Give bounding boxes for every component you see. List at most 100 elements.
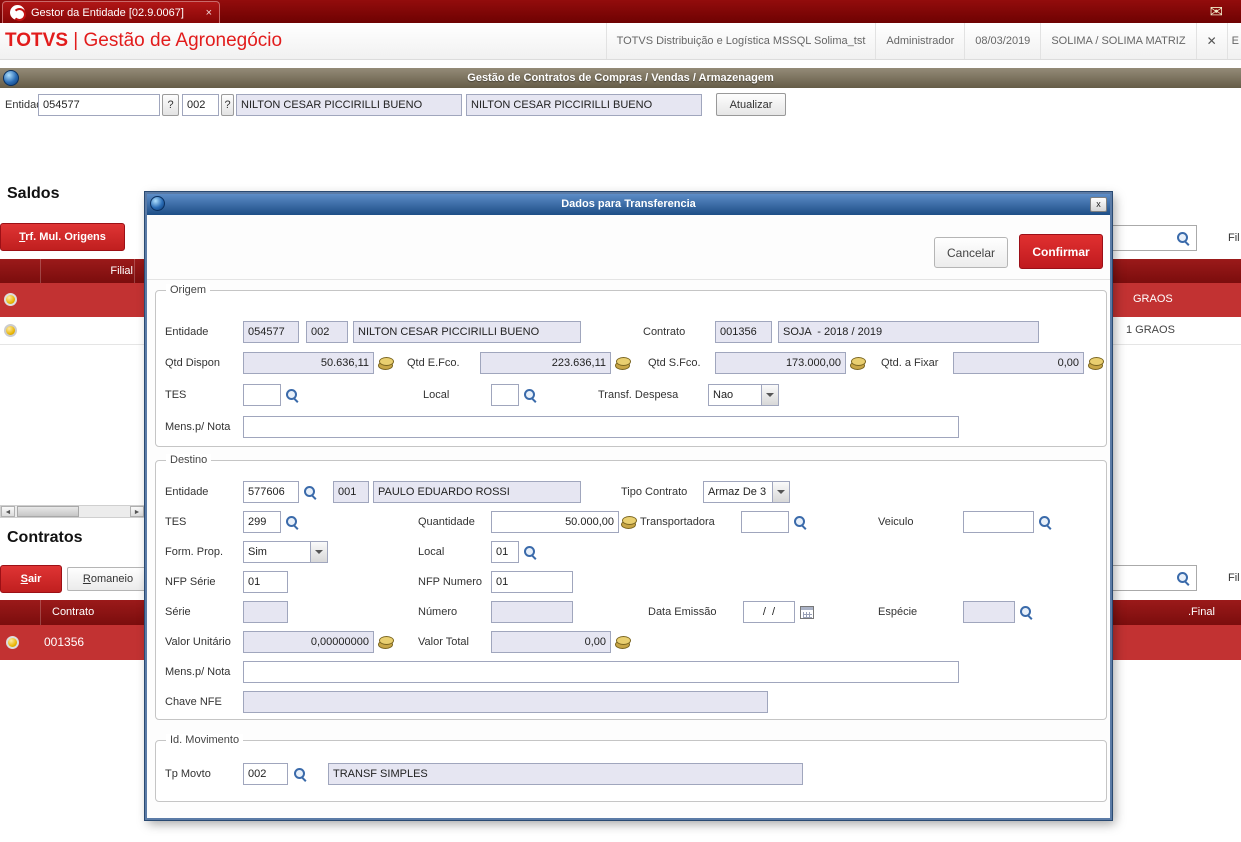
veiculo-input[interactable]	[963, 511, 1034, 533]
mail-icon[interactable]: ✉	[1210, 2, 1223, 22]
qtd-fixar-input[interactable]	[953, 352, 1084, 374]
saldos-filter-hint: Fil	[1228, 232, 1240, 244]
search-icon[interactable]	[1176, 231, 1190, 245]
destino-entidade-code-input[interactable]	[243, 481, 299, 503]
entidade-lookup-icon[interactable]	[303, 485, 317, 499]
valor-unitario-input[interactable]	[243, 631, 374, 653]
chevron-down-icon[interactable]	[762, 384, 779, 406]
entity-bar: Entidade ? ? Atualizar	[0, 90, 1241, 122]
transportadora-input[interactable]	[741, 511, 789, 533]
date-info: 08/03/2019	[964, 23, 1040, 59]
tp-movto-label: Tp Movto	[165, 768, 211, 780]
tab-close-icon[interactable]: ×	[206, 7, 212, 19]
origem-entidade-name-field	[353, 321, 581, 343]
col-filial[interactable]: Filial	[85, 265, 133, 277]
header-info-items: TOTVS Distribuição e Logística MSSQL Sol…	[605, 23, 1241, 59]
qtd-efco-input[interactable]	[480, 352, 611, 374]
entity-lookup-button[interactable]: ?	[162, 94, 179, 116]
form-prop-label: Form. Prop.	[165, 546, 224, 558]
data-emissao-input[interactable]	[743, 601, 795, 623]
col-final[interactable]: .Final	[1188, 606, 1215, 618]
destino-mens-input[interactable]	[243, 661, 959, 683]
trf-rest: rf. Mul. Origens	[25, 231, 106, 243]
transf-despesa-value: Nao	[708, 384, 762, 406]
money-icon[interactable]	[1088, 355, 1104, 371]
local-lookup-icon[interactable]	[523, 388, 537, 402]
status-dot-icon	[4, 293, 17, 306]
especie-input[interactable]	[963, 601, 1015, 623]
origem-mens-input[interactable]	[243, 416, 959, 438]
form-prop-select[interactable]: Sim	[243, 541, 328, 563]
cancel-button[interactable]: Cancelar	[934, 237, 1008, 268]
entity-name-field	[236, 94, 462, 116]
scroll-thumb[interactable]	[17, 506, 79, 517]
qtd-sfco-label: Qtd S.Fco.	[648, 357, 701, 369]
brand-name: TOTVS	[5, 30, 68, 51]
money-icon[interactable]	[615, 634, 631, 650]
numero-input	[491, 601, 573, 623]
nfp-numero-input[interactable]	[491, 571, 573, 593]
chevron-down-icon[interactable]	[773, 481, 790, 503]
local-lookup-icon[interactable]	[523, 545, 537, 559]
transportadora-lookup-icon[interactable]	[793, 515, 807, 529]
entity-code-input[interactable]	[38, 94, 160, 116]
origem-tes-label: TES	[165, 389, 187, 401]
nfp-numero-label: NFP Numero	[418, 576, 482, 588]
calendar-icon[interactable]	[800, 606, 814, 619]
destino-entidade-store-input[interactable]	[333, 481, 369, 503]
movimento-groupbox: Id. Movimento Tp Movto	[155, 734, 1107, 802]
quantidade-input[interactable]	[491, 511, 619, 533]
window-title-bar: Gestão de Contratos de Compras / Vendas …	[0, 68, 1241, 88]
money-icon[interactable]	[378, 634, 394, 650]
dialog-title-bar[interactable]: Dados para Transferencia x	[147, 194, 1110, 215]
destino-local-input[interactable]	[491, 541, 519, 563]
money-icon[interactable]	[850, 355, 866, 371]
column-separator	[40, 600, 41, 625]
scroll-right-icon[interactable]: ►	[130, 506, 144, 517]
especie-lookup-icon[interactable]	[1019, 605, 1033, 619]
col-contrato[interactable]: Contrato	[52, 606, 94, 618]
origem-contrato-code-input[interactable]	[715, 321, 772, 343]
app-tab[interactable]: Gestor da Entidade [02.9.0067] ×	[2, 1, 220, 23]
store-code-input[interactable]	[182, 94, 219, 116]
romaneio-button[interactable]: Romaneio	[67, 567, 149, 591]
search-icon[interactable]	[1176, 571, 1190, 585]
origem-legend: Origem	[166, 284, 211, 296]
money-icon[interactable]	[621, 514, 637, 530]
destino-tes-input[interactable]	[243, 511, 281, 533]
scroll-left-icon[interactable]: ◄	[1, 506, 15, 517]
origem-local-input[interactable]	[491, 384, 519, 406]
qtd-sfco-input[interactable]	[715, 352, 846, 374]
contratos-heading: Contratos	[7, 529, 83, 546]
saldos-horizontal-scrollbar[interactable]: ◄ ►	[0, 505, 145, 518]
trf-mul-origens-button[interactable]: Trf. Mul. Origens	[0, 223, 125, 251]
valor-total-input[interactable]	[491, 631, 611, 653]
store-lookup-button[interactable]: ?	[221, 94, 234, 116]
numero-label: Número	[418, 606, 458, 618]
sair-button[interactable]: Sair	[0, 565, 62, 593]
tes-lookup-icon[interactable]	[285, 388, 299, 402]
money-icon[interactable]	[615, 355, 631, 371]
transf-despesa-select[interactable]: Nao	[708, 384, 779, 406]
qtd-dispon-input[interactable]	[243, 352, 374, 374]
sair-rest: air	[27, 573, 42, 585]
origem-entidade-store-input[interactable]	[306, 321, 348, 343]
dialog-close-button[interactable]: x	[1090, 197, 1107, 212]
tp-movto-input[interactable]	[243, 763, 288, 785]
destino-local-label: Local	[418, 546, 445, 558]
header-close-icon[interactable]: ✕	[1195, 23, 1227, 59]
chevron-down-icon[interactable]	[311, 541, 328, 563]
tp-movto-lookup-icon[interactable]	[293, 767, 307, 781]
dialog-title: Dados para Transferencia	[561, 198, 696, 210]
origem-entidade-code-input[interactable]	[243, 321, 299, 343]
veiculo-lookup-icon[interactable]	[1038, 515, 1052, 529]
confirm-button[interactable]: Confirmar	[1019, 234, 1103, 269]
tipo-contrato-select[interactable]: Armaz De 3	[703, 481, 790, 503]
nfp-serie-input[interactable]	[243, 571, 288, 593]
origem-tes-input[interactable]	[243, 384, 281, 406]
status-dot-icon	[4, 324, 17, 337]
destino-mens-label: Mens.p/ Nota	[165, 666, 231, 678]
money-icon[interactable]	[378, 355, 394, 371]
refresh-button[interactable]: Atualizar	[716, 93, 786, 116]
tes-lookup-icon[interactable]	[285, 515, 299, 529]
